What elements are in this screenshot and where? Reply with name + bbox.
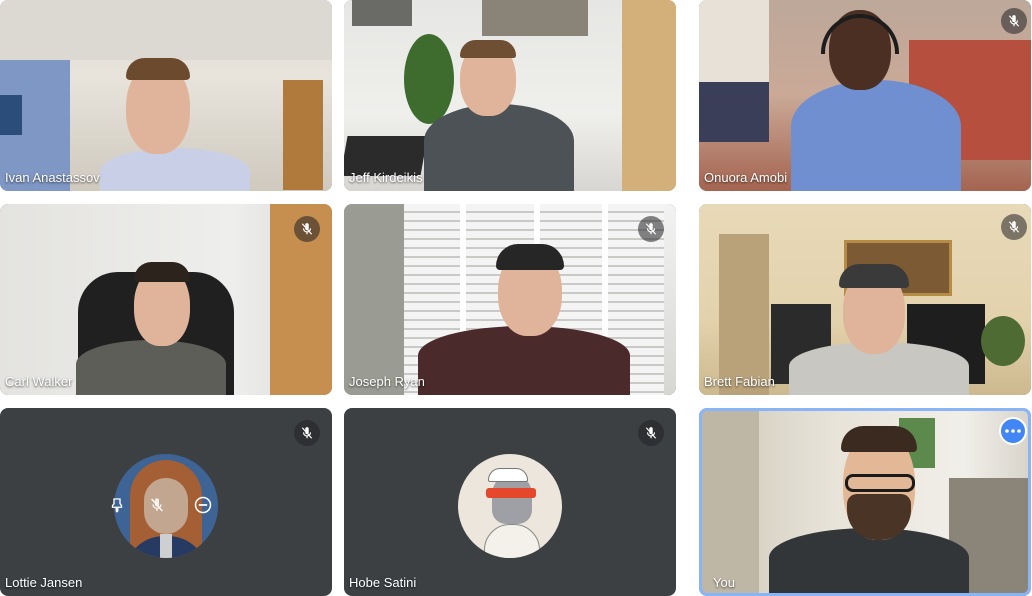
participant-name: Brett Fabian: [704, 374, 775, 389]
participant-name: You: [713, 575, 735, 590]
mic-off-icon: [1001, 214, 1027, 240]
participant-tile-self[interactable]: You: [699, 408, 1031, 596]
participant-tile[interactable]: Brett Fabian: [699, 204, 1031, 395]
participant-grid: Ivan Anastassov Jeff Kirdeikis Onuora Am…: [0, 0, 1032, 596]
more-options-button[interactable]: [999, 417, 1027, 445]
participant-tile[interactable]: Carl Walker: [0, 204, 332, 395]
video-feed: [344, 204, 676, 395]
participant-tile[interactable]: Jeff Kirdeikis: [344, 0, 676, 191]
participant-name: Jeff Kirdeikis: [349, 170, 423, 185]
mic-off-icon: [1001, 8, 1027, 34]
avatar: [458, 454, 562, 558]
participant-tile[interactable]: Hobe Satini: [344, 408, 676, 596]
video-feed: [699, 204, 1031, 395]
participant-name: Hobe Satini: [349, 575, 417, 590]
remove-icon[interactable]: [192, 494, 214, 516]
participant-name: Lottie Jansen: [5, 575, 83, 590]
participant-name: Carl Walker: [5, 374, 73, 389]
video-feed: [699, 408, 1031, 596]
video-feed: [0, 0, 332, 191]
participant-name: Joseph Ryan: [349, 374, 425, 389]
participant-tile[interactable]: Joseph Ryan: [344, 204, 676, 395]
participant-name: Onuora Amobi: [704, 170, 788, 185]
video-feed: [699, 0, 1031, 191]
mic-off-icon: [294, 216, 320, 242]
video-feed: [0, 204, 332, 395]
mic-off-icon[interactable]: [146, 494, 168, 516]
mic-off-icon: [638, 216, 664, 242]
participant-tile[interactable]: Onuora Amobi: [699, 0, 1031, 191]
mic-off-icon: [294, 420, 320, 446]
more-options-icon: [1005, 429, 1021, 433]
video-feed: [344, 0, 676, 191]
pin-icon[interactable]: [106, 494, 128, 516]
participant-name: Ivan Anastassov: [5, 170, 100, 185]
mic-off-icon: [638, 420, 664, 446]
participant-tile[interactable]: Lottie Jansen: [0, 408, 332, 596]
participant-tile[interactable]: Ivan Anastassov: [0, 0, 332, 191]
